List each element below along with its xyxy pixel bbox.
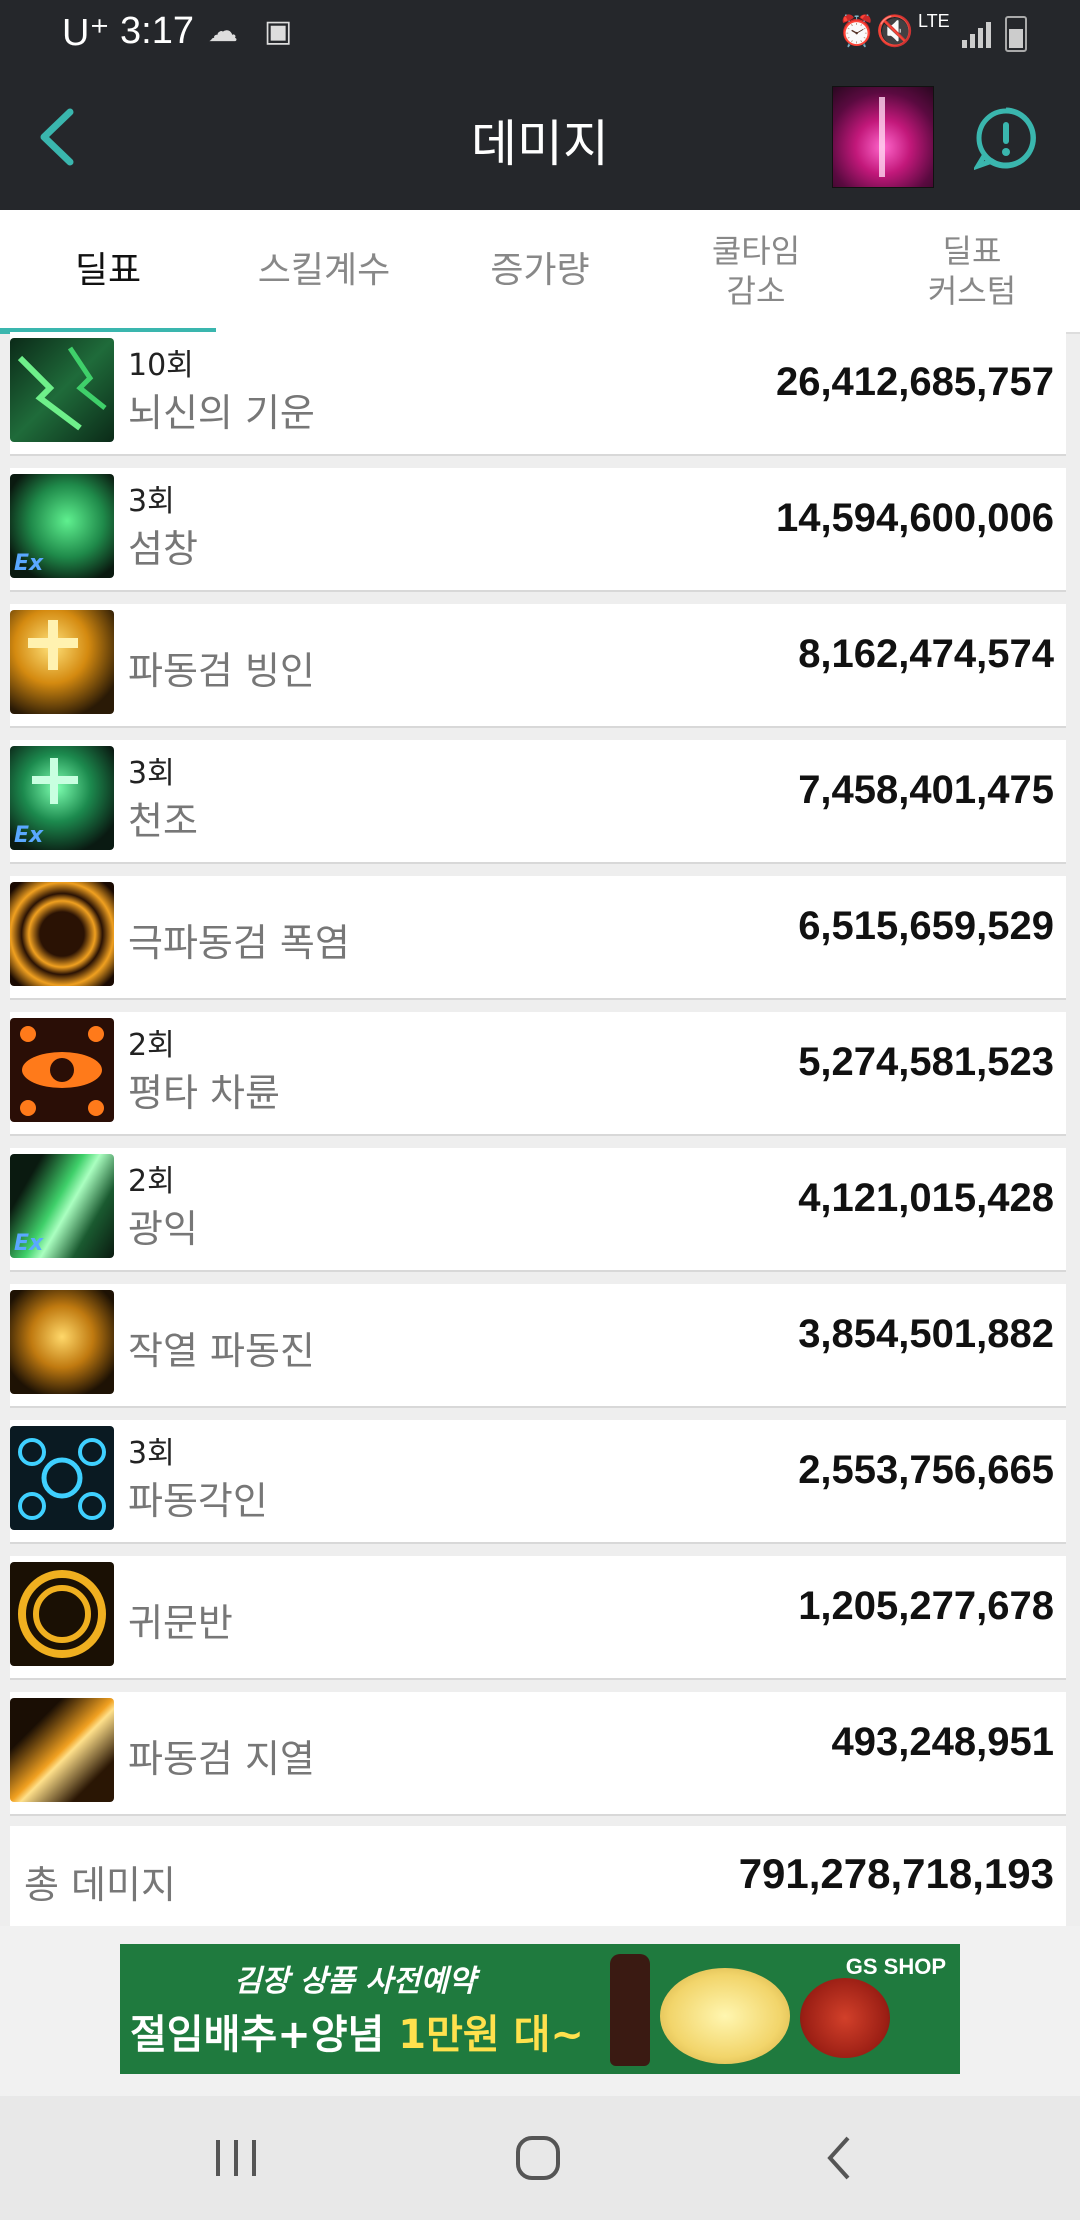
tab-skill-coefficient[interactable]: 스킬계수 [216,210,432,332]
sauce-bottle-image [610,1954,650,2066]
hit-count: 10회 [128,348,194,383]
blue-rune-skill-icon [10,1426,114,1530]
tab-label: 증가량 [490,250,590,291]
damage-value: 14,594,600,006 [775,496,1054,540]
info-button[interactable] [972,106,1038,171]
skill-row[interactable]: 10회 뇌신의 기운 26,412,685,757 [10,332,1066,454]
skill-name: 작열 파동진 [128,1329,315,1373]
tab-label: 스킬계수 [257,250,391,291]
damage-value: 493,248,951 [831,1720,1054,1764]
damage-value: 1,205,277,678 [798,1584,1054,1628]
damage-value: 26,412,685,757 [775,360,1054,404]
green-flame-skill-icon: Ex [10,474,114,578]
green-wing-skill-icon: Ex [10,1154,114,1258]
ad-subtitle: 김장 상품 사전예약 [234,1964,476,1999]
cabbage-image [660,1968,790,2064]
alarm-icon: ⏰ [838,15,876,48]
notification-icon: ▣ [264,15,293,48]
skill-name: 파동검 지열 [128,1737,315,1781]
character-thumbnail[interactable] [832,86,934,188]
skill-row[interactable]: 작열 파동진 3,854,501,882 [10,1284,1066,1406]
total-damage-value: 791,278,718,193 [738,1850,1054,1897]
tab-cooldown-reduction[interactable]: 쿨타임 감소 [648,210,864,332]
damage-value: 5,274,581,523 [798,1040,1054,1084]
damage-value: 2,553,756,665 [798,1448,1054,1492]
recent-apps-icon [216,2140,256,2176]
skill-row[interactable]: Ex 2회 광익 4,121,015,428 [10,1148,1066,1270]
tab-label: 딜표 커스텀 [927,232,1017,310]
ex-badge: Ex [14,551,44,576]
skill-name: 귀문반 [128,1601,233,1645]
skill-row[interactable]: 파동검 빙인 8,162,474,574 [10,604,1066,726]
skill-row[interactable]: 3회 파동각인 2,553,756,665 [10,1420,1066,1542]
total-damage-label: 총 데미지 [24,1863,176,1907]
skill-damage-list: 10회 뇌신의 기운 26,412,685,757 Ex 3회 섬창 14,59… [10,332,1066,1828]
ad-brand: GS SHOP [845,1954,946,1979]
damage-value: 3,854,501,882 [798,1312,1054,1356]
ad-area: 김장 상품 사전예약 절임배추+양념 1만원 대~ GS SHOP [0,1926,1080,2096]
tab-label: 쿨타임 감소 [711,232,801,310]
golden-seal-skill-icon [10,1562,114,1666]
back-icon [827,2136,850,2180]
signal-icon [962,22,992,48]
seasoning-bowl-image [800,1978,890,2058]
skill-row[interactable]: 파동검 지열 493,248,951 [10,1692,1066,1814]
skill-row[interactable]: Ex 3회 천조 7,458,401,475 [10,740,1066,862]
golden-cross-skill-icon [10,610,114,714]
lightning-skill-icon [10,338,114,442]
system-nav-bar [0,2096,1080,2220]
fire-orb-skill-icon [10,882,114,986]
clock: 3:17 [120,10,194,52]
mute-icon: 🔇 [876,15,914,48]
alert-icon [972,107,1036,171]
skill-row[interactable]: 극파동검 폭염 6,515,659,529 [10,876,1066,998]
skill-name: 평타 차륜 [128,1071,280,1115]
ex-badge: Ex [14,823,44,848]
damage-value: 7,458,401,475 [798,768,1054,812]
skill-name: 광익 [128,1207,198,1251]
battery-icon [1005,16,1027,52]
skill-name: 천조 [128,799,198,843]
golden-slash-skill-icon [10,1698,114,1802]
golden-figure-skill-icon [10,1290,114,1394]
ad-headline-text: 절임배추+양념 [130,2012,399,2058]
hit-count: 3회 [128,484,175,519]
ad-headline: 절임배추+양념 1만원 대~ [130,2002,584,2060]
hit-count: 3회 [128,1436,175,1471]
system-back-button[interactable] [800,2126,880,2190]
skill-name: 뇌신의 기운 [128,391,315,435]
damage-value: 4,121,015,428 [798,1176,1054,1220]
damage-value: 8,162,474,574 [798,632,1054,676]
tab-dps[interactable]: 딜표 [0,210,216,334]
hit-count: 3회 [128,756,175,791]
ex-badge: Ex [14,1231,44,1256]
skill-name: 섬창 [128,527,198,571]
green-cross-skill-icon: Ex [10,746,114,850]
skill-row[interactable]: Ex 3회 섬창 14,594,600,006 [10,468,1066,590]
ad-price-highlight: 1만원 대~ [398,2012,584,2058]
recent-apps-button[interactable] [196,2126,276,2190]
status-bar: U⁺ 3:17 ☁ ▣ ⏰ 🔇 LTE [0,0,1080,66]
tab-custom-dps[interactable]: 딜표 커스텀 [864,210,1080,332]
lte-label: LTE [918,11,950,31]
home-button[interactable] [498,2126,578,2190]
ad-banner[interactable]: 김장 상품 사전예약 절임배추+양념 1만원 대~ GS SHOP [120,1944,960,2074]
total-damage-row: 총 데미지 791,278,718,193 [10,1826,1066,1926]
carrier-label: U⁺ [62,12,110,54]
skill-name: 파동검 빙인 [128,649,315,693]
hit-count: 2회 [128,1164,175,1199]
cloud-icon: ☁ [208,15,238,48]
skill-name: 파동각인 [128,1479,268,1523]
damage-value: 6,515,659,529 [798,904,1054,948]
app-bar: 데미지 [0,66,1080,210]
tab-label: 딜표 [74,250,142,291]
home-icon [516,2136,560,2180]
tab-bar: 딜표 스킬계수 증가량 쿨타임 감소 딜표 커스텀 [0,210,1080,334]
skill-row[interactable]: 2회 평타 차륜 5,274,581,523 [10,1012,1066,1134]
skill-row[interactable]: 귀문반 1,205,277,678 [10,1556,1066,1678]
hit-count: 2회 [128,1028,175,1063]
skill-name: 극파동검 폭염 [128,921,350,965]
tab-increase[interactable]: 증가량 [432,210,648,332]
eye-skill-icon [10,1018,114,1122]
